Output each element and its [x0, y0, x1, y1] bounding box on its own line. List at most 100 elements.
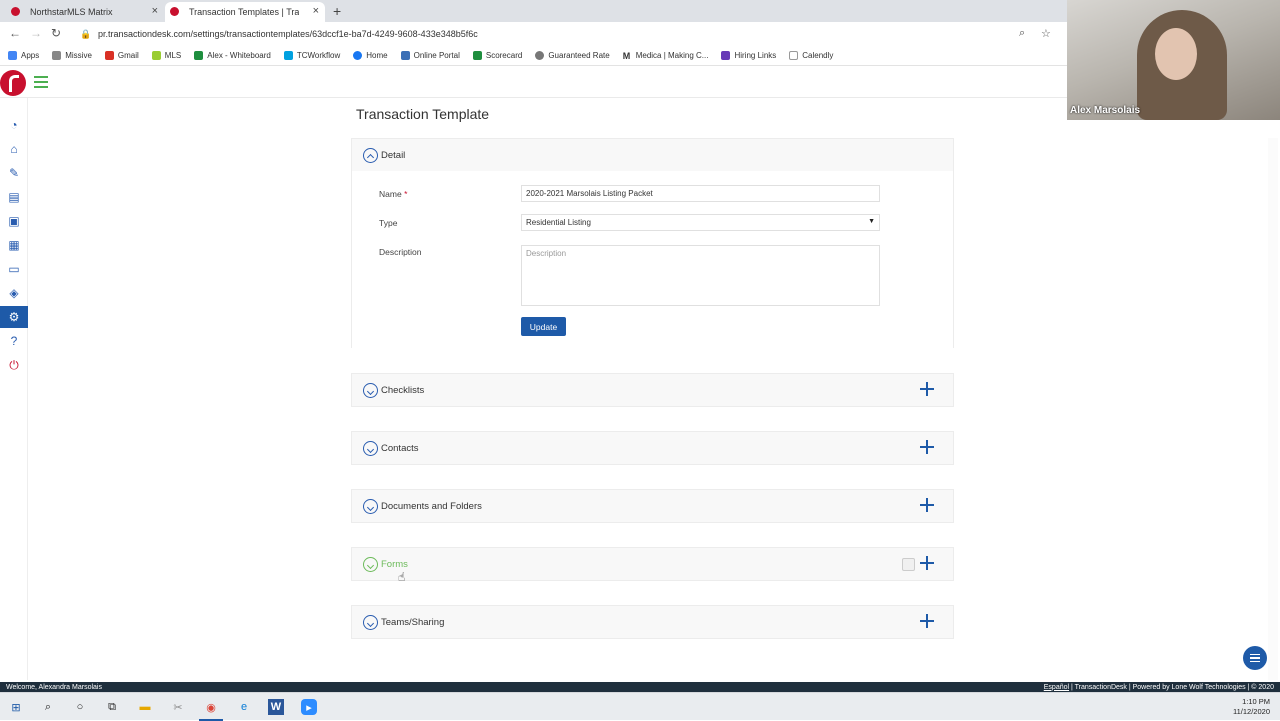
power-logout-icon[interactable]: ⏻ [5, 356, 23, 374]
forms-label[interactable]: Forms [381, 559, 408, 570]
bookmark-missive[interactable]: Missive [52, 51, 92, 60]
settings-gears-icon[interactable]: ⚙ [0, 306, 28, 328]
clock-time: 1:10 PM [1242, 697, 1270, 706]
page-title: Transaction Template [356, 106, 490, 122]
edit-pencil-icon[interactable]: ✎ [5, 164, 23, 182]
globe-icon [535, 51, 545, 60]
home-icon[interactable]: ⌂ [5, 140, 23, 158]
scrollbar[interactable] [1268, 138, 1278, 680]
bookmark-scorecard[interactable]: Scorecard [472, 51, 522, 60]
northstar-favicon-icon [11, 7, 20, 16]
bookmark-apps[interactable]: Apps [8, 51, 39, 60]
forms-panel-header[interactable]: Forms [352, 548, 953, 581]
tab-transaction-templates[interactable]: Transaction Templates | Transacti × [165, 2, 325, 22]
handshake-icon[interactable]: ◈ [5, 284, 23, 302]
add-contact-plus-icon[interactable] [920, 440, 934, 454]
update-button[interactable]: Update [521, 317, 566, 336]
snipping-tool-icon[interactable]: ✂ [170, 699, 186, 715]
url-text: pr.transactiondesk.com/settings/transact… [98, 29, 478, 39]
chevron-down-icon[interactable] [363, 441, 378, 456]
chrome-icon[interactable]: ◉ [199, 699, 223, 721]
system-clock[interactable]: 1:10 PM 11/12/2020 [1233, 697, 1270, 717]
bookmark-calendly[interactable]: Calendly [789, 51, 833, 60]
name-field[interactable]: 2020-2021 Marsolais Listing Packet [521, 185, 880, 202]
forward-icon[interactable]: → [30, 26, 42, 40]
back-icon[interactable]: ← [9, 26, 21, 40]
zoom-icon[interactable]: ⌕ [1019, 27, 1025, 40]
library-icon[interactable]: ▣ [5, 212, 23, 230]
add-team-plus-icon[interactable] [920, 614, 934, 628]
detail-panel: Detail Name * 2020-2021 Marsolais Listin… [351, 138, 954, 348]
edge-icon[interactable]: e [236, 699, 252, 715]
tab-label: NorthstarMLS Matrix [30, 7, 113, 17]
reload-icon[interactable]: ↻ [51, 26, 61, 40]
type-label: Type [379, 218, 398, 228]
star-icon[interactable]: ☆ [1041, 27, 1051, 40]
contacts-card-icon[interactable]: ▭ [5, 260, 23, 278]
search-icon[interactable]: ⌕ [40, 699, 56, 715]
teams-sharing-panel-header[interactable]: Teams/Sharing [352, 606, 953, 639]
bookmark-medica[interactable]: M Medica | Making C... [622, 51, 708, 61]
bookmark-guaranteed-rate[interactable]: Guaranteed Rate [535, 51, 610, 60]
medica-icon: M [622, 51, 632, 61]
welcome-text: Welcome, Alexandra Marsolais [6, 683, 102, 691]
add-form-plus-icon[interactable] [920, 556, 934, 570]
missive-icon [52, 51, 62, 60]
bookmark-tcworkflow[interactable]: TCWorkflow [283, 51, 340, 60]
detail-header-label: Detail [381, 150, 406, 161]
hamburger-menu-icon[interactable] [34, 76, 48, 88]
windows-taskbar: ⊞ ⌕ ○ ⧉ ▬ ✂ ◉ e W ▸ 1:10 PM 11/12/2020 [0, 692, 1280, 721]
sheet-icon [194, 51, 204, 60]
calendar-icon[interactable]: ▦ [5, 236, 23, 254]
bookmark-home[interactable]: Home [353, 51, 388, 60]
document-icon[interactable]: ▤ [5, 188, 23, 206]
contacts-panel-header[interactable]: Contacts [352, 432, 953, 465]
chevron-down-icon[interactable] [363, 383, 378, 398]
transactiondesk-logo-icon[interactable] [0, 70, 26, 96]
bookmark-hiring-links[interactable]: Hiring Links [721, 51, 776, 60]
side-nav-rail: ◔ ⌂ ✎ ▤ ▣ ▦ ▭ ◈ ⚙ ? ⏻ [0, 98, 28, 680]
file-explorer-icon[interactable]: ▬ [137, 699, 153, 715]
tab-northstarmls[interactable]: NorthstarMLS Matrix × [6, 2, 164, 22]
bookmark-online-portal[interactable]: Online Portal [400, 51, 460, 60]
close-icon[interactable]: × [152, 5, 158, 17]
espanol-link[interactable]: Español [1044, 684, 1069, 691]
detail-panel-header[interactable]: Detail [352, 139, 953, 172]
chat-menu-button[interactable] [1243, 646, 1267, 670]
checklists-label: Checklists [381, 385, 425, 396]
hiring-icon [721, 51, 731, 60]
required-marker: * [404, 189, 408, 199]
task-view-icon[interactable]: ⧉ [104, 699, 120, 715]
help-icon[interactable]: ? [5, 332, 23, 350]
chevron-up-icon[interactable] [363, 148, 378, 163]
chevron-down-icon[interactable] [363, 557, 378, 572]
new-tab-icon[interactable]: + [333, 3, 341, 19]
chevron-down-icon[interactable] [363, 499, 378, 514]
checklists-panel-header[interactable]: Checklists [352, 374, 953, 407]
mls-icon [151, 51, 161, 60]
trash-icon[interactable] [902, 558, 915, 571]
add-checklist-plus-icon[interactable] [920, 382, 934, 396]
bookmark-mls[interactable]: MLS [151, 51, 181, 60]
windows-start-icon[interactable]: ⊞ [8, 699, 24, 715]
type-select[interactable]: Residential Listing [521, 214, 880, 231]
close-icon[interactable]: × [313, 5, 319, 17]
description-textarea[interactable]: Description [521, 245, 880, 306]
dashboard-icon[interactable]: ◔ [5, 116, 23, 134]
bookmark-whiteboard[interactable]: Alex - Whiteboard [194, 51, 271, 60]
word-icon[interactable]: W [268, 699, 284, 715]
gmail-icon [104, 51, 114, 60]
documents-panel-header[interactable]: Documents and Folders [352, 490, 953, 523]
zoom-app-icon[interactable]: ▸ [301, 699, 317, 715]
detail-panel-body: Name * 2020-2021 Marsolais Listing Packe… [352, 171, 953, 348]
checklists-panel: Checklists [351, 373, 954, 407]
presenter-face [1155, 28, 1197, 80]
footer-right: Español | TransactionDesk | Powered by L… [1044, 684, 1274, 691]
lock-icon: 🔒 [80, 29, 92, 39]
bookmark-gmail[interactable]: Gmail [104, 51, 139, 60]
cortana-icon[interactable]: ○ [72, 699, 88, 715]
url-bar[interactable]: 🔒 pr.transactiondesk.com/settings/transa… [70, 25, 1060, 43]
chevron-down-icon[interactable] [363, 615, 378, 630]
portal-icon [400, 51, 410, 60]
add-document-plus-icon[interactable] [920, 498, 934, 512]
